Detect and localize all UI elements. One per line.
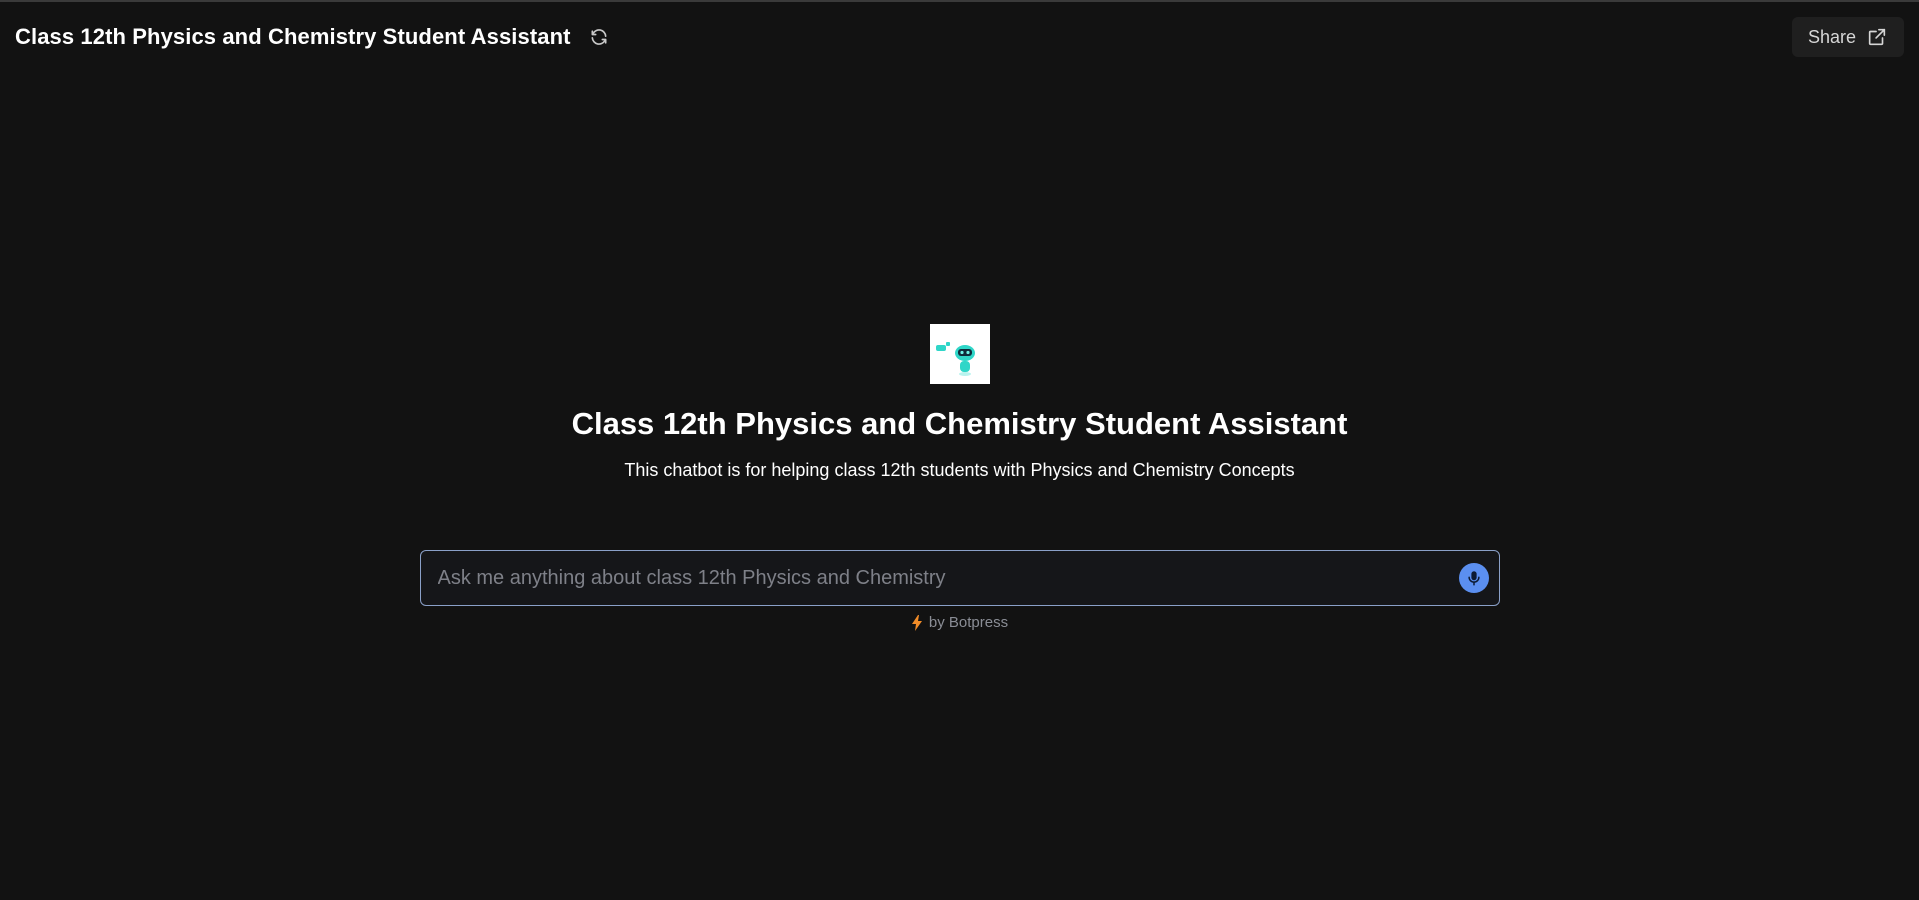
message-composer (419, 550, 1500, 606)
share-button[interactable]: Share (1791, 17, 1904, 57)
microphone-icon (1467, 571, 1480, 586)
header-title: Class 12th Physics and Chemistry Student… (15, 24, 571, 49)
bot-title: Class 12th Physics and Chemistry Student… (571, 406, 1348, 441)
app-header: Class 12th Physics and Chemistry Student… (0, 2, 1919, 72)
voice-input-button[interactable] (1458, 563, 1489, 593)
external-link-icon (1868, 28, 1886, 46)
powered-by[interactable]: by Botpress (911, 614, 1008, 631)
message-input[interactable] (435, 565, 1459, 591)
bot-avatar (929, 324, 990, 384)
robot-logo-icon (935, 342, 975, 376)
refresh-icon (591, 29, 607, 45)
lightning-icon (911, 614, 922, 631)
header-left: Class 12th Physics and Chemistry Student… (15, 23, 613, 51)
welcome-panel: Class 12th Physics and Chemistry Student… (0, 324, 1919, 631)
share-label: Share (1807, 26, 1856, 47)
bot-description: This chatbot is for helping class 12th s… (624, 460, 1295, 480)
refresh-button[interactable] (585, 23, 613, 51)
powered-by-label: by Botpress (928, 614, 1009, 631)
